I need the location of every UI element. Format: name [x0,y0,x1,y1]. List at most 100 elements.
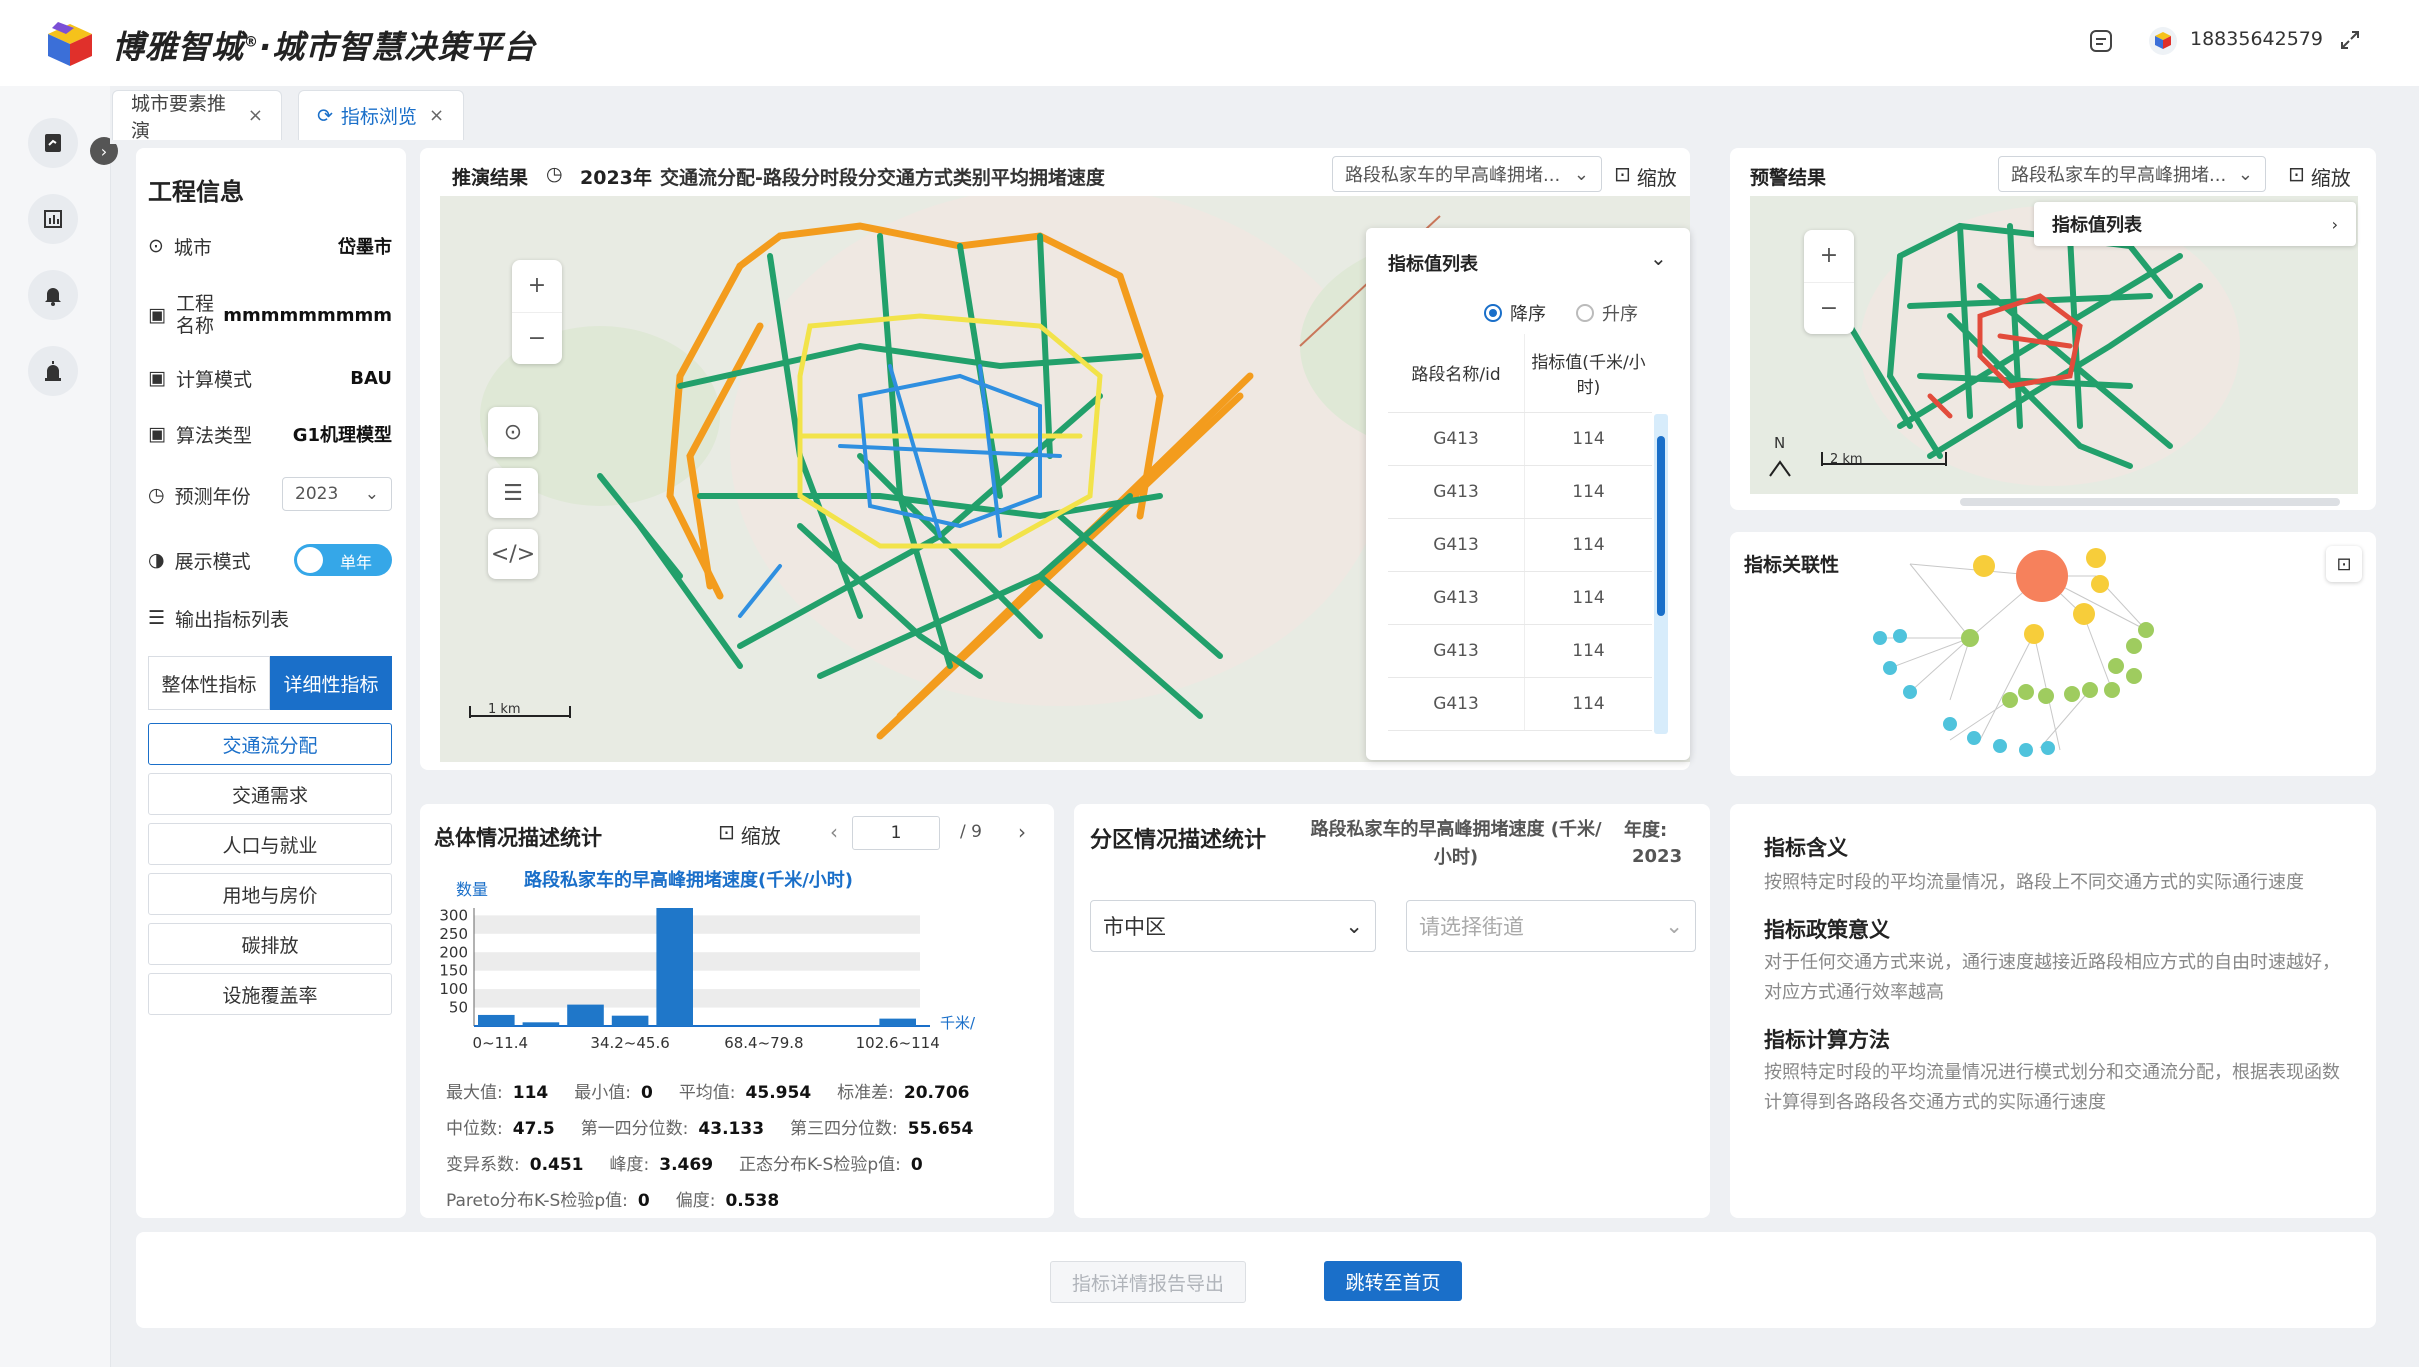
project-row-algorithm: ▣ 算法类型 G1机理模型 [148,423,392,447]
clock-icon: ◷ [148,484,165,506]
histogram-bar [478,1014,515,1026]
category-carbon[interactable]: 碳排放 [148,923,392,965]
warning-metric-select[interactable]: 路段私家车的早高峰拥堵... ⌄ [1998,156,2266,192]
y-tick-label: 250 [439,925,468,943]
col-value: 指标值(千米/小时) [1524,334,1652,413]
category-facility[interactable]: 设施覆盖率 [148,973,392,1015]
street-select[interactable]: 请选择街道 ⌄ [1406,900,1696,952]
chevron-down-icon[interactable]: ⌄ [1650,246,1667,270]
value-table: 路段名称/id 指标值(千米/小时) G413 114 G413 114 G413 1… [1388,334,1652,734]
sidebar-alarm-icon[interactable] [28,346,78,396]
zoom-in-icon[interactable]: + [1820,230,1838,282]
result-zoom-button[interactable]: ⊡ 缩放 [1614,162,1677,191]
meaning-heading: 指标含义 [1764,836,1848,860]
stats-row: 最大值: 114 最小值: 0 平均值: 45.954 标准差: 20.706 [446,1083,970,1103]
value-list-scrollbar[interactable] [1654,414,1668,734]
relation-graph [1873,548,2154,757]
result-metric-select[interactable]: 路段私家车的早高峰拥堵... ⌄ [1332,156,1602,192]
relation-title: 指标关联性 [1744,554,1840,576]
warning-value-list-bar[interactable]: 指标值列表 › [2034,202,2356,246]
map-scale-label: 1 km [488,702,521,717]
footer-panel [136,1232,2376,1328]
table-row[interactable]: G413 114 [1388,677,1652,731]
page-input[interactable]: 1 [852,816,940,850]
project-title: 工程信息 [148,178,244,206]
table-row[interactable]: G413 114 [1388,624,1652,678]
chevron-down-icon: ⌄ [1573,163,1589,185]
district-select[interactable]: 市中区 ⌄ [1090,900,1376,952]
warning-scale-label: 2 km [1830,452,1863,467]
close-icon[interactable]: × [429,105,444,126]
export-report-button[interactable]: 指标详情报告导出 [1050,1261,1246,1303]
seg-detail-button[interactable]: 详细性指标 [270,656,392,710]
sidebar-report-icon[interactable] [28,118,78,168]
x-tick-label: 0~11.4 [473,1034,529,1052]
calendar-icon[interactable] [2088,28,2114,60]
table-row[interactable]: G413 114 [1388,465,1652,519]
location-icon: ⊙ [148,235,164,257]
seg-overall-button[interactable]: 整体性指标 [148,656,270,710]
y-tick-label: 100 [439,980,468,998]
doc-icon: ▣ [148,367,166,389]
chevron-right-icon: › [2331,214,2338,234]
category-traffic-flow[interactable]: 交通流分配 [148,723,392,765]
close-icon[interactable]: × [248,105,263,126]
doc-icon: ▣ [148,304,166,326]
meaning-panel [1730,804,2376,1218]
list-view-icon[interactable]: ☰ [488,468,538,518]
y-tick-label: 50 [449,999,468,1017]
tab-city-elements[interactable]: 城市要素推演 × [112,90,282,142]
warning-title: 预警结果 [1750,167,1827,189]
chevron-down-icon: ⌄ [2237,163,2253,185]
sort-asc-radio[interactable]: 升序 [1576,300,1638,326]
table-row[interactable]: G413 114 [1388,518,1652,572]
display-mode-toggle[interactable]: 单年 [294,544,392,576]
district-year-value: 2023 [1632,846,1683,867]
x-tick-label: 68.4~79.8 [724,1034,803,1052]
locate-icon[interactable]: ⊙ [488,407,538,457]
sidebar-bell-icon[interactable] [28,270,78,320]
table-row[interactable]: G413 114 [1388,571,1652,625]
fullscreen-icon[interactable] [2338,28,2362,58]
overall-title: 总体情况描述统计 [434,826,602,850]
prev-page-icon[interactable]: ‹ [830,820,838,844]
page-total: / 9 [960,822,982,842]
expand-icon[interactable]: ⊡ [2326,546,2362,582]
meaning-text: 按照特定时段的平均流量情况，路段上不同交通方式的实际通行速度 [1764,872,2304,893]
next-page-icon[interactable]: › [1018,820,1026,844]
category-population[interactable]: 人口与就业 [148,823,392,865]
warning-zoom-control[interactable]: + − [1804,230,1854,334]
code-icon[interactable]: </> [488,529,538,579]
table-row[interactable]: G413 114 [1388,412,1652,466]
zoom-in-icon[interactable]: + [528,260,546,312]
sort-desc-radio[interactable]: 降序 [1484,300,1546,326]
output-list-header: ☰ 输出指标列表 [148,607,290,631]
go-home-button[interactable]: 跳转至首页 [1324,1261,1462,1301]
method-text: 按照特定时段的平均流量情况进行模式划分和交通流分配，根据表现函数计算得到各路段各… [1764,1062,2340,1113]
category-land-price[interactable]: 用地与房价 [148,873,392,915]
brand-title: 博雅智城®·城市智慧决策平台 [112,28,537,66]
avatar[interactable] [2148,26,2178,60]
tab-indicator-browse[interactable]: ⟳ 指标浏览 × [298,90,464,140]
zoom-out-icon[interactable]: − [512,311,562,365]
stats-row: 中位数: 47.5 第一四分位数: 43.133 第三四分位数: 55.654 [446,1119,974,1139]
refresh-icon[interactable]: ⟳ [317,105,333,127]
warning-zoom-button[interactable]: ⊡ 缩放 [2288,162,2351,191]
method-heading: 指标计算方法 [1764,1028,1890,1052]
year-select[interactable]: 2023 ⌄ [282,477,392,511]
overall-zoom-button[interactable]: ⊡ 缩放 [718,820,781,849]
warning-scrollbar[interactable] [1960,498,2340,506]
zoom-icon: ⊡ [718,820,735,844]
chevron-down-icon: ⌄ [1345,914,1363,938]
sidebar-chart-icon[interactable] [28,194,78,244]
zoom-out-icon[interactable]: − [1804,281,1854,335]
histogram-bar [611,1015,649,1026]
category-traffic-demand[interactable]: 交通需求 [148,773,392,815]
histogram-chart: 50100150200250300 0~11.4 34.2~45.6 68.4~79.… [439,906,939,1052]
chevron-down-icon: ⌄ [1665,914,1683,938]
map-zoom-control[interactable]: + − [512,260,562,364]
list-icon: ☰ [148,607,166,629]
logo-icon [48,22,92,66]
chart-ylabel: 数量 [456,880,489,899]
user-phone: 18835642579 [2190,28,2323,50]
